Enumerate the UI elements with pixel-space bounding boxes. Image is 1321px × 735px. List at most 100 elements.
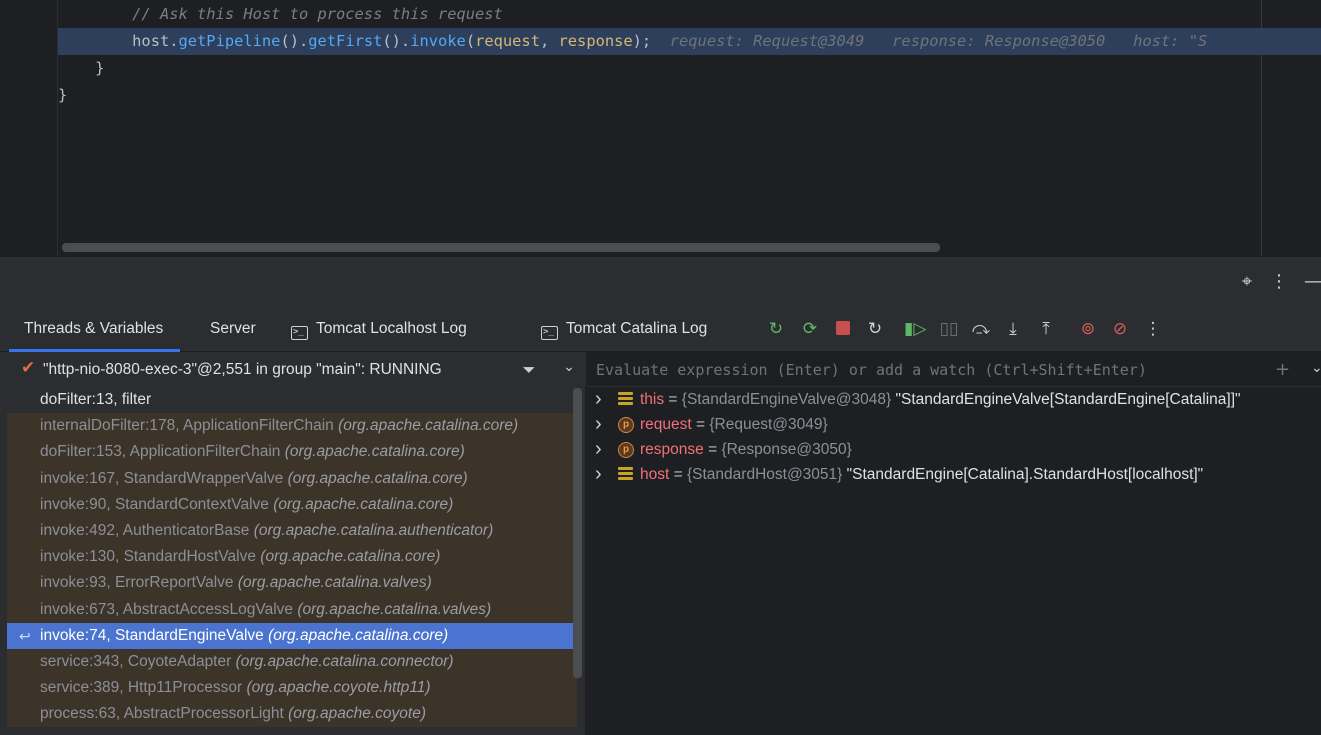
tab-tomcat-localhost-log[interactable]: >_ Tomcat Localhost Log <box>291 307 467 352</box>
stack-frame[interactable]: service:389, Http11Processor (org.apache… <box>7 675 577 702</box>
evaluate-expression-input[interactable] <box>587 352 1267 387</box>
thread-label: "http-nio-8080-exec-3"@2,551 in group "m… <box>43 361 442 378</box>
target-icon[interactable]: ⌖ <box>1236 271 1258 293</box>
frame-package: (org.apache.coyote) <box>288 705 426 723</box>
frame-method: doFilter:153, ApplicationFilterChain <box>40 443 285 461</box>
inline-value-hint: host: "S <box>1133 32 1208 50</box>
restart-icon[interactable]: ↻ <box>864 318 886 340</box>
check-icon: ✔ <box>21 358 36 378</box>
console-icon: >_ <box>541 326 558 340</box>
frame-method: doFilter:13, filter <box>40 391 152 408</box>
tab-tomcat-catalina-log[interactable]: >_ Tomcat Catalina Log <box>541 307 707 352</box>
step-out-icon[interactable]: ⤒ <box>1035 318 1057 340</box>
variable-type: {StandardEngineValve@3048} <box>681 391 892 408</box>
variables-panel: + ⌄ › this = {StandardEngineValve@3048} "… <box>587 352 1321 735</box>
variable-name: response = {Response@3050} <box>640 441 852 458</box>
chevron-right-icon[interactable]: › <box>595 462 602 487</box>
frame-package: (org.apache.catalina.connector) <box>235 652 454 670</box>
tab-threads-variables[interactable]: Threads & Variables <box>8 307 181 352</box>
stack-frame[interactable]: process:63, AbstractProcessorLight (org.… <box>7 701 577 728</box>
frame-package: (org.apache.catalina.valves) <box>237 574 432 592</box>
stack-frame[interactable]: invoke:130, StandardHostValve (org.apach… <box>7 544 577 571</box>
frame-method: invoke:492, AuthenticatorBase <box>40 521 254 539</box>
frame-method: service:343, CoyoteAdapter <box>40 652 236 670</box>
inline-value-hint: request: Request@3049 <box>669 32 865 50</box>
editor-gutter[interactable] <box>0 0 58 256</box>
vertical-scrollbar[interactable] <box>573 388 582 678</box>
resume-icon[interactable]: ▮▷ <box>904 318 926 340</box>
stack-frame[interactable]: invoke:492, AuthenticatorBase (org.apach… <box>7 517 577 545</box>
frame-package: (org.apache.catalina.core) <box>273 495 454 513</box>
frame-package: (org.apache.catalina.core) <box>338 417 519 435</box>
mute-breakpoints-icon[interactable]: ⊘ <box>1109 318 1131 340</box>
variable-name: request = {Request@3049} <box>640 416 828 433</box>
frame-package: (org.apache.catalina.core) <box>260 548 441 566</box>
chevron-down-icon[interactable]: ⌄ <box>1311 360 1321 376</box>
code-editor[interactable]: // Ask this Host to process this request… <box>0 0 1321 256</box>
frame-method: invoke:673, AbstractAccessLogValve <box>40 600 298 618</box>
debug-panel-header: ⌖ ⋮ — <box>0 256 1321 307</box>
evaluate-bar: + ⌄ <box>587 352 1321 387</box>
code-line: // Ask this Host to process this request <box>132 5 503 23</box>
stack-frame[interactable]: invoke:93, ErrorReportValve (org.apache.… <box>7 570 577 597</box>
field-icon <box>618 467 633 482</box>
add-watch-icon[interactable]: + <box>1275 359 1290 380</box>
console-icon: >_ <box>291 326 308 340</box>
code-line-current: host.getPipeline().getFirst().invoke(req… <box>58 28 1321 55</box>
frame-method: service:389, Http11Processor <box>40 679 247 697</box>
variable-name: this = {StandardEngineValve@3048} "Stand… <box>640 391 1241 408</box>
frame-method: invoke:130, StandardHostValve <box>40 548 261 566</box>
pause-icon[interactable]: ▯▯ <box>938 318 960 340</box>
frame-method: invoke:167, StandardWrapperValve <box>40 469 288 487</box>
frame-method: invoke:93, ErrorReportValve <box>40 574 238 592</box>
frame-package: (org.apache.catalina.core) <box>287 469 468 487</box>
step-over-icon[interactable]: ⤼ <box>970 318 992 340</box>
step-into-icon[interactable]: ⤓ <box>1002 318 1024 340</box>
more-vertical-icon[interactable]: ⋮ <box>1268 271 1290 293</box>
variable-row[interactable]: › p request = {Request@3049} <box>587 412 1321 437</box>
minimize-icon[interactable]: — <box>1302 271 1321 293</box>
stack-frame-list: doFilter:13, filter internalDoFilter:178,… <box>7 387 577 728</box>
chevron-right-icon[interactable]: › <box>595 387 602 412</box>
variable-type: {StandardHost@3051} <box>686 466 843 483</box>
stop-icon[interactable] <box>832 318 854 340</box>
stack-frame[interactable]: doFilter:13, filter <box>7 387 577 414</box>
stack-frame[interactable]: invoke:673, AbstractAccessLogValve (org.… <box>7 596 577 623</box>
stack-frame[interactable]: doFilter:153, ApplicationFilterChain (or… <box>7 439 577 466</box>
rerun-icon[interactable]: ↻ <box>765 318 787 340</box>
variable-name: host = {StandardHost@3051} "StandardEngi… <box>640 466 1204 483</box>
variable-type: {Response@3050} <box>721 441 852 458</box>
code-line: } <box>58 86 68 104</box>
frame-package: (org.apache.catalina.authenticator) <box>253 521 494 539</box>
filter-icon[interactable]: ⏷ <box>520 360 538 379</box>
variable-value: "StandardEngine[Catalina].StandardHost[l… <box>842 466 1204 483</box>
chevron-right-icon[interactable]: › <box>595 437 602 462</box>
parameter-icon: p <box>618 442 634 458</box>
more-vertical-icon[interactable]: ⋮ <box>1142 318 1164 340</box>
stack-frame[interactable]: invoke:90, StandardContextValve (org.apa… <box>7 491 577 518</box>
frames-panel: ✔ "http-nio-8080-exec-3"@2,551 in group … <box>0 352 586 735</box>
stack-frame-selected[interactable]: ↩ invoke:74, StandardEngineValve (org.apa… <box>7 622 577 649</box>
tab-server[interactable]: Server <box>210 307 256 352</box>
stack-frame[interactable]: invoke:167, StandardWrapperValve (org.ap… <box>7 465 577 492</box>
chevron-down-icon[interactable]: ⌄ <box>560 359 578 377</box>
return-arrow-icon: ↩ <box>19 627 31 644</box>
field-icon <box>618 392 633 407</box>
stack-frame[interactable]: service:343, CoyoteAdapter (org.apache.c… <box>7 648 577 676</box>
frame-package: (org.apache.catalina.valves) <box>297 600 492 618</box>
thread-selector[interactable]: ✔ "http-nio-8080-exec-3"@2,551 in group … <box>7 352 586 387</box>
frame-method: invoke:90, StandardContextValve <box>40 495 274 513</box>
horizontal-scrollbar[interactable] <box>62 243 940 252</box>
rerun-debug-icon[interactable]: ⟳ <box>799 318 821 340</box>
variable-row[interactable]: › host = {StandardHost@3051} "StandardEng… <box>587 462 1321 487</box>
variable-value: "StandardEngineValve[StandardEngine[Cata… <box>891 391 1241 408</box>
view-breakpoints-icon[interactable]: ⊚ <box>1077 318 1099 340</box>
inline-value-hint: response: Response@3050 <box>892 32 1106 50</box>
frame-method: process:63, AbstractProcessorLight <box>40 705 289 723</box>
variable-row[interactable]: › this = {StandardEngineValve@3048} "Stan… <box>587 387 1321 412</box>
chevron-right-icon[interactable]: › <box>595 412 602 437</box>
code-line: } <box>95 59 105 77</box>
variable-row[interactable]: › p response = {Response@3050} <box>587 437 1321 462</box>
variable-type: {Request@3049} <box>709 416 828 433</box>
stack-frame[interactable]: internalDoFilter:178, ApplicationFilterC… <box>7 413 577 440</box>
